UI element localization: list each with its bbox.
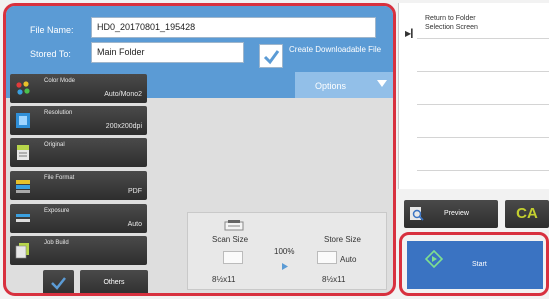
return-folder-line2: Selection Screen — [425, 24, 478, 31]
mode-value: PDF — [128, 188, 142, 195]
triangle-down-icon — [377, 80, 387, 87]
mode-title: Exposure — [44, 208, 70, 214]
scanner-icon — [224, 220, 244, 231]
start-button[interactable]: Start — [407, 241, 543, 289]
mode-value: Auto — [127, 221, 142, 228]
checkmark-icon — [51, 277, 66, 290]
options-tab[interactable]: Options — [295, 72, 393, 98]
divider — [417, 71, 549, 72]
scan-size-value: 8½x11 — [212, 275, 236, 284]
file-name-field[interactable]: HD0_20170801_195428 — [91, 17, 376, 38]
file-format-button[interactable]: File Format PDF — [10, 171, 147, 200]
mode-title: Original — [44, 142, 65, 148]
store-paper-icon[interactable] — [317, 251, 337, 264]
start-label: Start — [472, 261, 487, 268]
mode-title: File Format — [44, 175, 75, 181]
color-mode-button[interactable]: Color Mode Auto/Mono2 — [10, 74, 147, 103]
preview-icon — [410, 207, 424, 221]
start-highlight: Start — [399, 232, 549, 296]
store-size-mode: Auto — [340, 255, 357, 264]
scale-ratio: 100% — [274, 247, 295, 256]
color-mode-icon — [16, 81, 30, 95]
resolution-button[interactable]: Resolution 200x200dpi — [10, 106, 147, 135]
play-arrow-icon: ▶▎ — [405, 29, 418, 38]
divider — [417, 38, 549, 39]
file-format-icon — [16, 180, 30, 193]
stored-to-field[interactable]: Main Folder — [91, 42, 244, 63]
create-downloadable-label: Create Downloadable File — [289, 45, 382, 54]
file-name-label: File Name: — [30, 25, 74, 35]
folder-panel: ▶▎ Return to Folder Selection Screen — [398, 3, 549, 189]
preview-label: Preview — [444, 210, 469, 217]
mode-title: Color Mode — [44, 78, 76, 84]
exposure-icon — [16, 214, 30, 222]
resolution-icon — [16, 113, 30, 128]
scan-settings-panel: File Name: HD0_20170801_195428 Stored To… — [3, 3, 396, 296]
divider — [417, 170, 549, 171]
clear-all-button[interactable]: CA — [505, 200, 549, 228]
mode-title: Resolution — [44, 110, 73, 116]
divider — [417, 104, 549, 105]
original-button[interactable]: Original — [10, 138, 147, 167]
store-size-label: Store Size — [324, 235, 361, 244]
mode-value: Auto/Mono2 — [104, 91, 142, 98]
scan-size-label: Scan Size — [212, 235, 249, 244]
original-icon — [17, 145, 29, 160]
checkmark-icon — [263, 50, 280, 65]
return-folder-line1: Return to Folder — [425, 15, 476, 22]
job-build-icon — [15, 243, 29, 259]
start-diamond-icon — [425, 250, 443, 268]
exposure-button[interactable]: Exposure Auto — [10, 204, 147, 233]
job-build-button[interactable]: Job Build — [10, 236, 147, 265]
return-to-folder-button[interactable]: Return to Folder Selection Screen — [425, 14, 478, 32]
arrow-right-icon — [282, 263, 288, 270]
preview-button[interactable]: Preview — [404, 200, 498, 228]
mode-title: Job Build — [44, 240, 69, 246]
stored-to-label: Stored To: — [30, 49, 71, 59]
size-info-box: Scan Size 8½x11 100% Store Size Auto 8½x… — [187, 212, 387, 290]
mode-value: 200x200dpi — [105, 123, 142, 130]
favorites-check-button[interactable] — [43, 270, 74, 293]
store-size-value: 8½x11 — [322, 275, 346, 284]
divider — [417, 137, 549, 138]
scan-paper-icon[interactable] — [223, 251, 243, 264]
create-downloadable-checkbox[interactable] — [259, 44, 283, 68]
options-label: Options — [315, 81, 347, 91]
others-button[interactable]: Others — [80, 270, 148, 293]
